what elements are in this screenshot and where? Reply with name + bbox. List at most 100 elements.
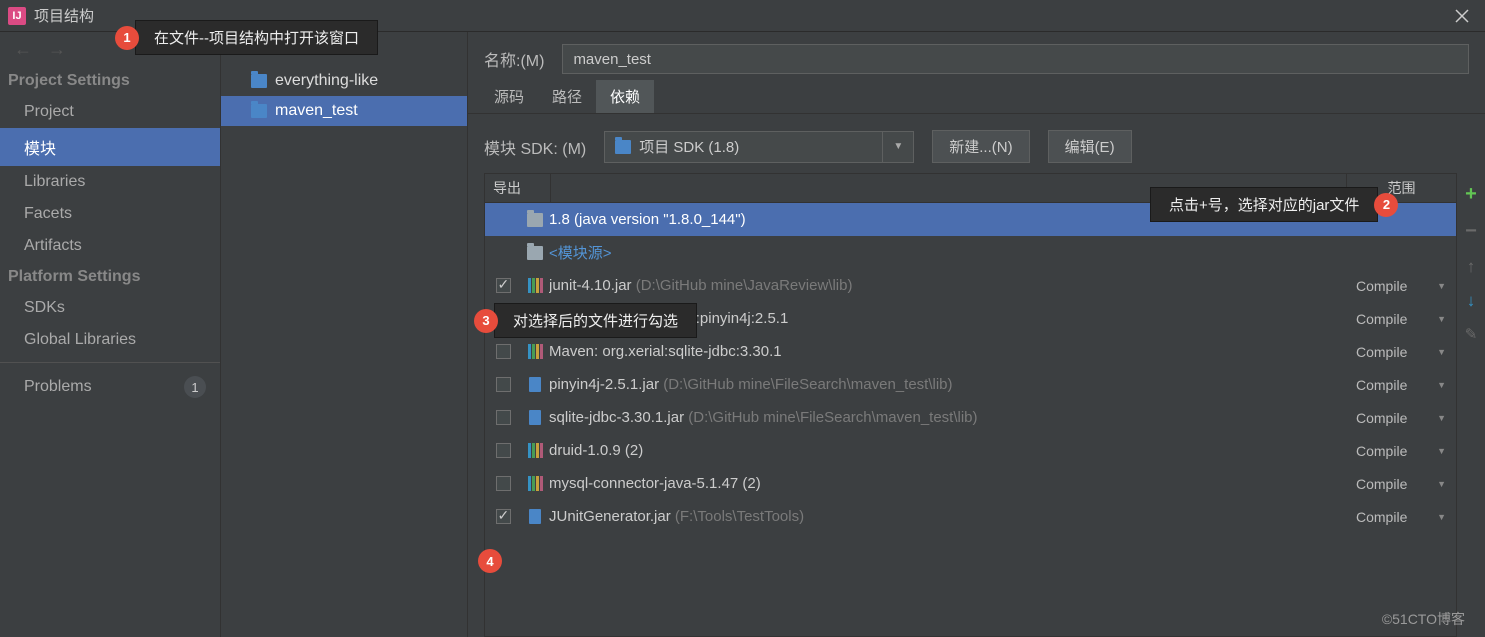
module-folder-icon [251, 74, 267, 88]
dependency-table: 导出 范围 1.8 (java version "1.8.0_144")<模块源… [484, 173, 1457, 637]
dependency-name: <模块源> [549, 242, 1346, 263]
callout-2: 2 点击+号，选择对应的jar文件 [1150, 187, 1398, 222]
callout-badge-2: 2 [1374, 193, 1398, 217]
chevron-down-icon: ▼ [1437, 446, 1446, 456]
sidebar: ← → Project Settings Project 模块 Librarie… [0, 32, 221, 637]
dependency-scope[interactable]: Compile▼ [1346, 278, 1456, 294]
jar-icon [529, 410, 541, 425]
edit-sdk-button[interactable]: 编辑(E) [1048, 130, 1132, 163]
folder-icon [527, 213, 543, 227]
callout-badge-3: 3 [474, 309, 498, 333]
callout-4: 4 [478, 549, 502, 573]
dependency-scope[interactable]: Compile▼ [1346, 476, 1456, 492]
close-button[interactable] [1439, 0, 1485, 32]
sdk-label: 模块 SDK: (M) [484, 135, 586, 159]
forward-arrow-icon[interactable]: → [48, 39, 66, 60]
dependency-name: sqlite-jdbc-3.30.1.jar (D:\GitHub mine\F… [549, 409, 1346, 426]
remove-dependency-button[interactable]: − [1465, 220, 1477, 243]
module-name-input[interactable] [562, 44, 1469, 74]
tabs: 源码 路径 依赖 [468, 80, 1485, 114]
table-row[interactable]: sqlite-jdbc-3.30.1.jar (D:\GitHub mine\F… [485, 401, 1456, 434]
module-item-everything-like[interactable]: everything-like [221, 66, 467, 96]
dependency-scope[interactable]: Compile▼ [1346, 443, 1456, 459]
library-icon [528, 476, 543, 491]
jar-icon [529, 509, 541, 524]
sidebar-item-libraries[interactable]: Libraries [0, 166, 220, 198]
sdk-folder-icon [615, 140, 631, 154]
module-label: maven_test [275, 102, 358, 120]
sidebar-item-modules[interactable]: 模块 [0, 128, 220, 166]
folder-icon [527, 246, 543, 260]
chevron-down-icon: ▼ [1437, 281, 1446, 291]
export-checkbox[interactable] [496, 344, 511, 359]
problems-label: Problems [24, 378, 92, 396]
new-sdk-button[interactable]: 新建...(N) [932, 130, 1029, 163]
table-row[interactable]: <模块源> [485, 236, 1456, 269]
sdk-select[interactable]: 项目 SDK (1.8) ▼ [604, 131, 914, 163]
tab-dependencies[interactable]: 依赖 [596, 80, 654, 113]
chevron-down-icon: ▼ [1437, 347, 1446, 357]
name-label: 名称:(M) [484, 47, 544, 71]
dependency-actions: + − ↑ ↓ ✎ [1457, 173, 1485, 637]
export-checkbox[interactable] [496, 377, 511, 392]
dependency-name: pinyin4j-2.5.1.jar (D:\GitHub mine\FileS… [549, 376, 1346, 393]
app-icon: IJ [8, 7, 26, 25]
tab-sources[interactable]: 源码 [480, 80, 538, 113]
divider [0, 362, 220, 363]
library-icon [528, 278, 543, 293]
table-row[interactable]: Maven: org.xerial:sqlite-jdbc:3.30.1Comp… [485, 335, 1456, 368]
edit-dependency-button[interactable]: ✎ [1465, 325, 1478, 343]
chevron-down-icon: ▼ [882, 132, 903, 162]
chevron-down-icon: ▼ [1437, 479, 1446, 489]
dependency-name: JUnitGenerator.jar (F:\Tools\TestTools) [549, 508, 1346, 525]
tab-paths[interactable]: 路径 [538, 80, 596, 113]
table-row[interactable]: JUnitGenerator.jar (F:\Tools\TestTools)C… [485, 500, 1456, 533]
callout-text-2: 点击+号，选择对应的jar文件 [1150, 187, 1378, 222]
chevron-down-icon: ▼ [1437, 413, 1446, 423]
chevron-down-icon: ▼ [1437, 380, 1446, 390]
export-checkbox[interactable] [496, 278, 511, 293]
add-dependency-button[interactable]: + [1465, 183, 1477, 206]
chevron-down-icon: ▼ [1437, 314, 1446, 324]
sidebar-item-global-libraries[interactable]: Global Libraries [0, 324, 220, 356]
dependency-scope[interactable]: Compile▼ [1346, 344, 1456, 360]
sidebar-item-project[interactable]: Project [0, 96, 220, 128]
sdk-value: 项目 SDK (1.8) [639, 136, 739, 157]
module-label: everything-like [275, 72, 378, 90]
callout-1: 1 在文件--项目结构中打开该窗口 [115, 20, 378, 55]
dependency-scope[interactable]: Compile▼ [1346, 311, 1456, 327]
move-down-button[interactable]: ↓ [1467, 291, 1476, 311]
export-checkbox[interactable] [496, 410, 511, 425]
export-checkbox[interactable] [496, 476, 511, 491]
table-row[interactable]: mysql-connector-java-5.1.47 (2)Compile▼ [485, 467, 1456, 500]
close-icon [1455, 9, 1469, 23]
export-checkbox[interactable] [496, 509, 511, 524]
table-row[interactable]: junit-4.10.jar (D:\GitHub mine\JavaRevie… [485, 269, 1456, 302]
sidebar-item-problems[interactable]: Problems 1 [0, 369, 220, 405]
module-list: + − 🗋 everything-like maven_test [221, 32, 468, 637]
dependency-scope[interactable]: Compile▼ [1346, 509, 1456, 525]
table-row[interactable]: pinyin4j-2.5.1.jar (D:\GitHub mine\FileS… [485, 368, 1456, 401]
dependency-scope[interactable]: Compile▼ [1346, 410, 1456, 426]
callout-3: 3 对选择后的文件进行勾选 [474, 303, 697, 338]
sidebar-item-facets[interactable]: Facets [0, 198, 220, 230]
column-export: 导出 [485, 174, 551, 202]
module-item-maven-test[interactable]: maven_test [221, 96, 467, 126]
section-project-settings: Project Settings [0, 66, 220, 96]
dependency-name: mysql-connector-java-5.1.47 (2) [549, 475, 1346, 492]
problems-badge: 1 [184, 376, 206, 398]
export-checkbox[interactable] [496, 443, 511, 458]
sidebar-item-sdks[interactable]: SDKs [0, 292, 220, 324]
jar-icon [529, 377, 541, 392]
dependency-scope[interactable]: Compile▼ [1346, 377, 1456, 393]
back-arrow-icon[interactable]: ← [14, 39, 32, 60]
sidebar-item-artifacts[interactable]: Artifacts [0, 230, 220, 262]
module-folder-icon [251, 104, 267, 118]
move-up-button[interactable]: ↑ [1467, 257, 1476, 277]
library-icon [528, 344, 543, 359]
table-row[interactable]: druid-1.0.9 (2)Compile▼ [485, 434, 1456, 467]
chevron-down-icon: ▼ [1437, 512, 1446, 522]
dependency-name: junit-4.10.jar (D:\GitHub mine\JavaRevie… [549, 277, 1346, 294]
dependency-name: druid-1.0.9 (2) [549, 442, 1346, 459]
callout-text-3: 对选择后的文件进行勾选 [494, 303, 697, 338]
